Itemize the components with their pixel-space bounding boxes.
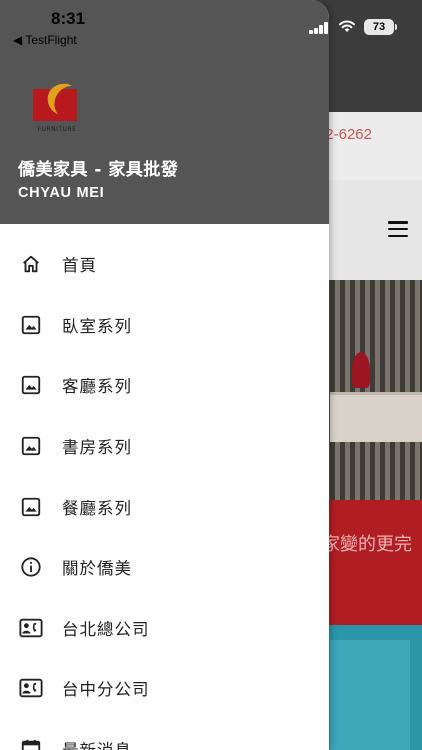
drawer-subtitle: CHYAU MEI: [18, 185, 105, 201]
menu-item-study[interactable]: 書房系列: [0, 416, 329, 477]
back-to-testflight-link[interactable]: ◀ TestFlight: [13, 33, 77, 47]
battery-icon: 73: [364, 19, 394, 35]
menu-item-living-room[interactable]: 客廳系列: [0, 355, 329, 416]
image-icon: [19, 434, 43, 458]
info-icon: [19, 555, 43, 579]
menu-item-label: 首頁: [62, 256, 97, 276]
navigation-drawer: FURNITURE 僑美家具 - 家具批發 CHYAU MEI 首頁 臥室系列 …: [0, 0, 329, 750]
menu-item-label: 最新消息: [62, 737, 132, 750]
menu-item-label: 餐廳系列: [62, 498, 132, 518]
menu-item-dining[interactable]: 餐廳系列: [0, 476, 329, 537]
calendar-icon: [19, 737, 43, 750]
menu-item-bedroom[interactable]: 臥室系列: [0, 295, 329, 356]
home-icon: [19, 252, 43, 276]
menu-item-about[interactable]: 關於僑美: [0, 537, 329, 598]
hamburger-menu-icon[interactable]: [388, 221, 408, 238]
contact-phone-icon: [19, 676, 43, 700]
drawer-title: 僑美家具 - 家具批發: [18, 160, 179, 180]
image-icon: [19, 373, 43, 397]
status-time: 8:31: [51, 9, 86, 28]
logo-swoosh-icon: [47, 83, 72, 114]
company-logo: FURNITURE: [30, 78, 84, 136]
drawer-menu: 首頁 臥室系列 客廳系列 書房系列 餐廳系列 關於僑美 台北總公司 台中分公司: [0, 234, 329, 750]
image-icon: [19, 313, 43, 337]
contact-phone-icon: [19, 616, 43, 640]
menu-item-label: 臥室系列: [62, 316, 132, 336]
background-phone-number: 2-6262: [325, 126, 372, 143]
cellular-signal-icon: [309, 22, 329, 34]
wifi-icon: [339, 20, 355, 32]
menu-item-taichung-branch[interactable]: 台中分公司: [0, 658, 329, 719]
menu-item-label: 關於僑美: [62, 559, 132, 579]
menu-item-news[interactable]: 最新消息: [0, 719, 329, 750]
menu-item-label: 台中分公司: [62, 680, 150, 700]
menu-item-taipei-hq[interactable]: 台北總公司: [0, 598, 329, 659]
menu-item-label: 客廳系列: [62, 377, 132, 397]
image-icon: [19, 495, 43, 519]
menu-item-home[interactable]: 首頁: [0, 234, 329, 295]
background-banner-text: 家變的更完: [322, 534, 412, 555]
menu-item-label: 台北總公司: [62, 619, 150, 639]
menu-item-label: 書房系列: [62, 438, 132, 458]
status-bar: 8:31 ◀ TestFlight 73: [0, 0, 422, 52]
